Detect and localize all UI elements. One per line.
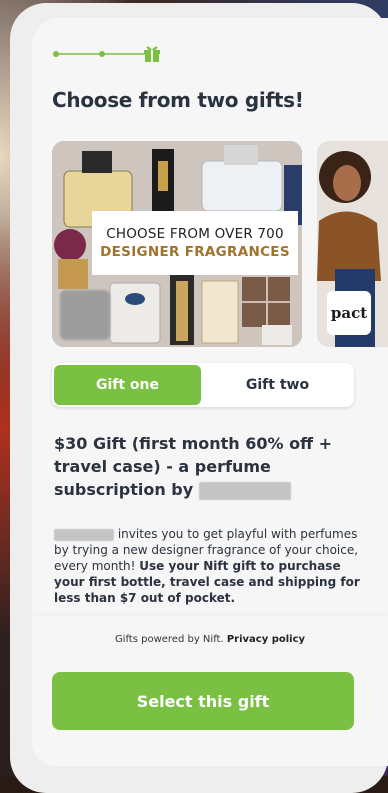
- promo-banner: CHOOSE FROM OVER 700 DESIGNER FRAGRANCES: [92, 211, 298, 275]
- gift-tabs: Gift one Gift two: [52, 363, 354, 407]
- privacy-policy-link[interactable]: Privacy policy: [227, 634, 305, 645]
- sender-name-redacted: [54, 528, 114, 541]
- select-gift-button[interactable]: Select this gift: [52, 672, 354, 730]
- gift-title: $30 Gift (first month 60% off + travel c…: [54, 432, 354, 501]
- brand-name-redacted: [198, 481, 291, 500]
- carousel-slide-fragrances[interactable]: CHOOSE FROM OVER 700 DESIGNER FRAGRANCES: [52, 141, 302, 347]
- progress-indicator: [53, 46, 160, 62]
- gift-icon: [144, 46, 160, 62]
- gift-description: invites you to get playful with perfumes…: [54, 526, 360, 606]
- page-title: Choose from two gifts!: [52, 88, 304, 112]
- carousel-slide-pact[interactable]: pact: [317, 141, 388, 347]
- progress-step-1: [53, 51, 59, 57]
- gift-card: Choose from two gifts! CHOOSE FROM OVER …: [32, 18, 388, 766]
- pact-logo: pact: [327, 291, 371, 335]
- brand-logo-redacted: [60, 290, 110, 340]
- powered-by-text: Gifts powered by Nift.: [114, 634, 224, 645]
- tab-gift-one[interactable]: Gift one: [54, 365, 201, 405]
- gift-carousel[interactable]: CHOOSE FROM OVER 700 DESIGNER FRAGRANCES…: [52, 141, 388, 347]
- promo-line-2: DESIGNER FRAGRANCES: [100, 244, 290, 260]
- promo-line-1: CHOOSE FROM OVER 700: [106, 226, 284, 242]
- progress-step-2: [99, 51, 105, 57]
- tab-gift-two[interactable]: Gift two: [203, 365, 352, 405]
- powered-by: Gifts powered by Nift. Privacy policy: [32, 634, 388, 645]
